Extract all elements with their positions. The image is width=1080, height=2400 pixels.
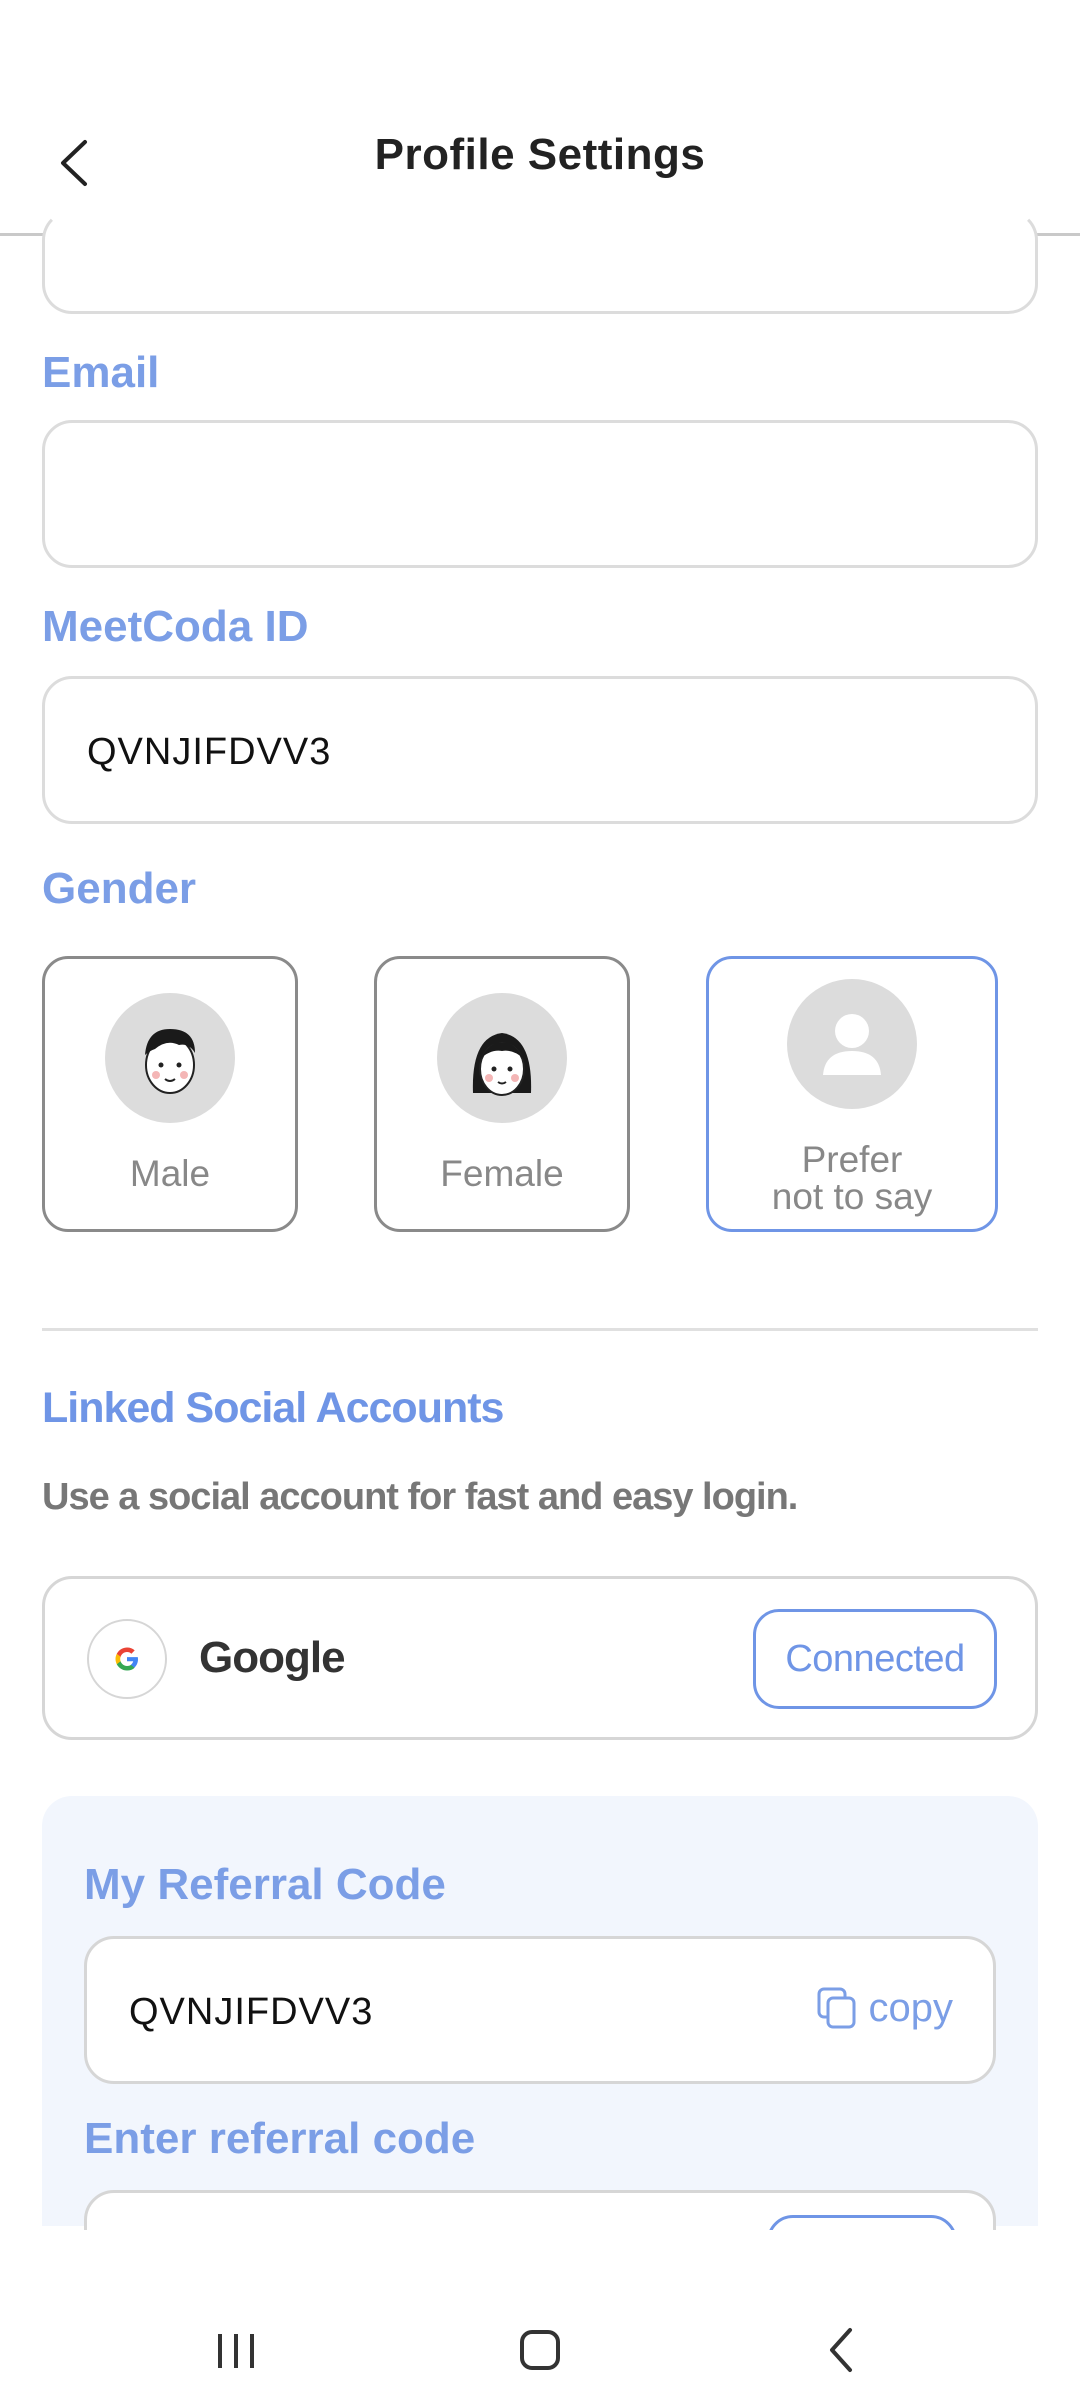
female-avatar-icon — [437, 993, 567, 1123]
person-placeholder-icon — [787, 979, 917, 1109]
my-referral-code-value: QVNJIFDVV3 — [129, 1991, 374, 2033]
home-button[interactable] — [510, 2322, 570, 2378]
home-icon — [520, 2330, 560, 2370]
prefer-not-to-say-line2: not to say — [771, 1176, 933, 1217]
male-avatar-icon — [105, 993, 235, 1123]
linked-social-accounts-title: Linked Social Accounts — [42, 1384, 504, 1432]
male-label: Male — [129, 1153, 211, 1194]
google-logo-icon — [87, 1619, 167, 1699]
meetcoda-id-value: QVNJIFDVV3 — [87, 731, 332, 773]
meetcoda-id-label: MeetCoda ID — [42, 602, 309, 651]
system-nav-bar — [0, 2230, 1080, 2400]
google-label: Google — [199, 1633, 346, 1682]
copy-button[interactable]: copy — [815, 1985, 954, 2031]
my-referral-code-label: My Referral Code — [84, 1860, 446, 1909]
gender-option-prefer-not-to-say[interactable]: Prefer not to say — [706, 956, 998, 1232]
female-label: Female — [440, 1153, 564, 1194]
name-field-partial[interactable] — [42, 210, 1038, 314]
nav-back-button[interactable] — [812, 2322, 872, 2378]
email-label: Email — [42, 348, 160, 397]
recent-apps-icon — [218, 2334, 254, 2368]
app-header: Profile Settings — [0, 0, 1080, 236]
email-field[interactable] — [42, 420, 1038, 568]
gender-option-male[interactable]: Male — [42, 956, 298, 1232]
page-title: Profile Settings — [374, 130, 706, 179]
prefer-not-to-say-label: Prefer not to say — [709, 1141, 995, 1215]
google-connected-button[interactable]: Connected — [753, 1609, 997, 1709]
prefer-not-to-say-line1: Prefer — [801, 1139, 903, 1180]
recent-apps-button[interactable] — [206, 2322, 266, 2378]
linked-social-accounts-subtitle: Use a social account for fast and easy l… — [42, 1476, 798, 1518]
nav-back-icon — [830, 2328, 852, 2372]
gender-option-female[interactable]: Female — [374, 956, 630, 1232]
gender-label: Gender — [42, 864, 197, 913]
section-divider — [42, 1328, 1038, 1331]
google-account-row: Google Connected — [42, 1576, 1038, 1740]
my-referral-code-field: QVNJIFDVV3 copy — [84, 1936, 996, 2084]
meetcoda-id-field[interactable]: QVNJIFDVV3 — [42, 676, 1038, 824]
copy-label: copy — [868, 1985, 954, 2030]
enter-referral-code-label: Enter referral code — [84, 2114, 476, 2163]
copy-icon — [817, 1987, 855, 2029]
referral-panel: My Referral Code QVNJIFDVV3 copy Enter r… — [42, 1796, 1038, 2338]
